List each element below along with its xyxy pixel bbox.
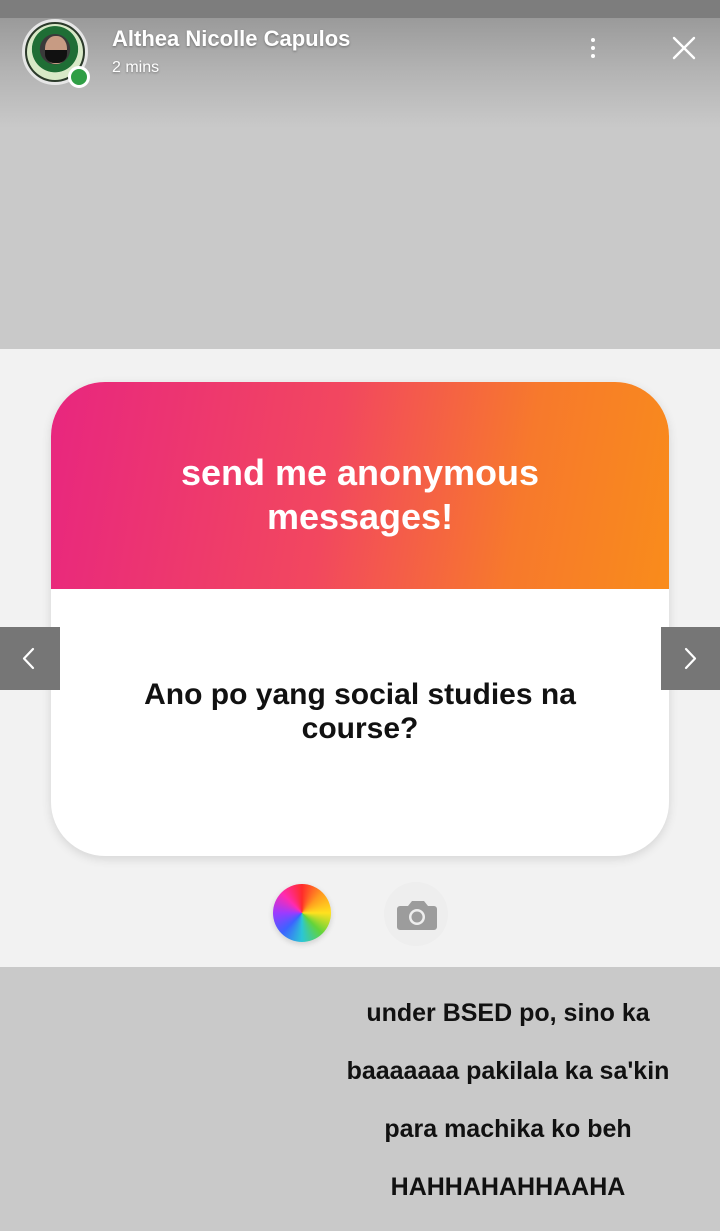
camera-button[interactable] xyxy=(384,882,448,946)
close-icon[interactable] xyxy=(670,34,698,62)
card-title: send me anonymous messages! xyxy=(51,451,669,539)
more-vertical-icon[interactable] xyxy=(578,34,608,62)
card-title-line: messages! xyxy=(266,496,454,537)
chevron-left-icon xyxy=(22,647,35,670)
color-wheel-icon[interactable] xyxy=(273,884,331,942)
card-question: Ano po yang social studies na course? xyxy=(91,678,629,746)
reply-line: HAHHAHAHHAAHA xyxy=(390,1173,626,1201)
anonymous-messages-card: send me anonymous messages! Ano po yang … xyxy=(51,382,669,856)
poster-name[interactable]: Althea Nicolle Capulos xyxy=(112,26,350,52)
post-time: 2 mins xyxy=(112,59,160,76)
reply-line: baaaaaaa pakilala ka sa'kin xyxy=(346,1057,670,1085)
online-status-dot xyxy=(68,66,90,88)
camera-icon xyxy=(397,901,437,930)
card-title-line: send me anonymous xyxy=(180,452,540,493)
card-question-line: course? xyxy=(301,712,419,745)
card-question-line: Ano po yang social studies na xyxy=(144,678,576,711)
story-content: send me anonymous messages! Ano po yang … xyxy=(0,349,720,967)
previous-story-button[interactable] xyxy=(0,627,60,690)
reply-line: para machika ko beh xyxy=(384,1115,632,1143)
reply-line: under BSED po, sino ka xyxy=(366,999,650,1027)
reply-caption: under BSED po, sino ka baaaaaaa pakilala… xyxy=(318,970,698,1231)
header-shade xyxy=(0,18,720,128)
status-strip xyxy=(0,0,720,18)
chevron-right-icon xyxy=(684,647,697,670)
card-header: send me anonymous messages! xyxy=(51,382,669,589)
next-story-button[interactable] xyxy=(661,627,720,690)
